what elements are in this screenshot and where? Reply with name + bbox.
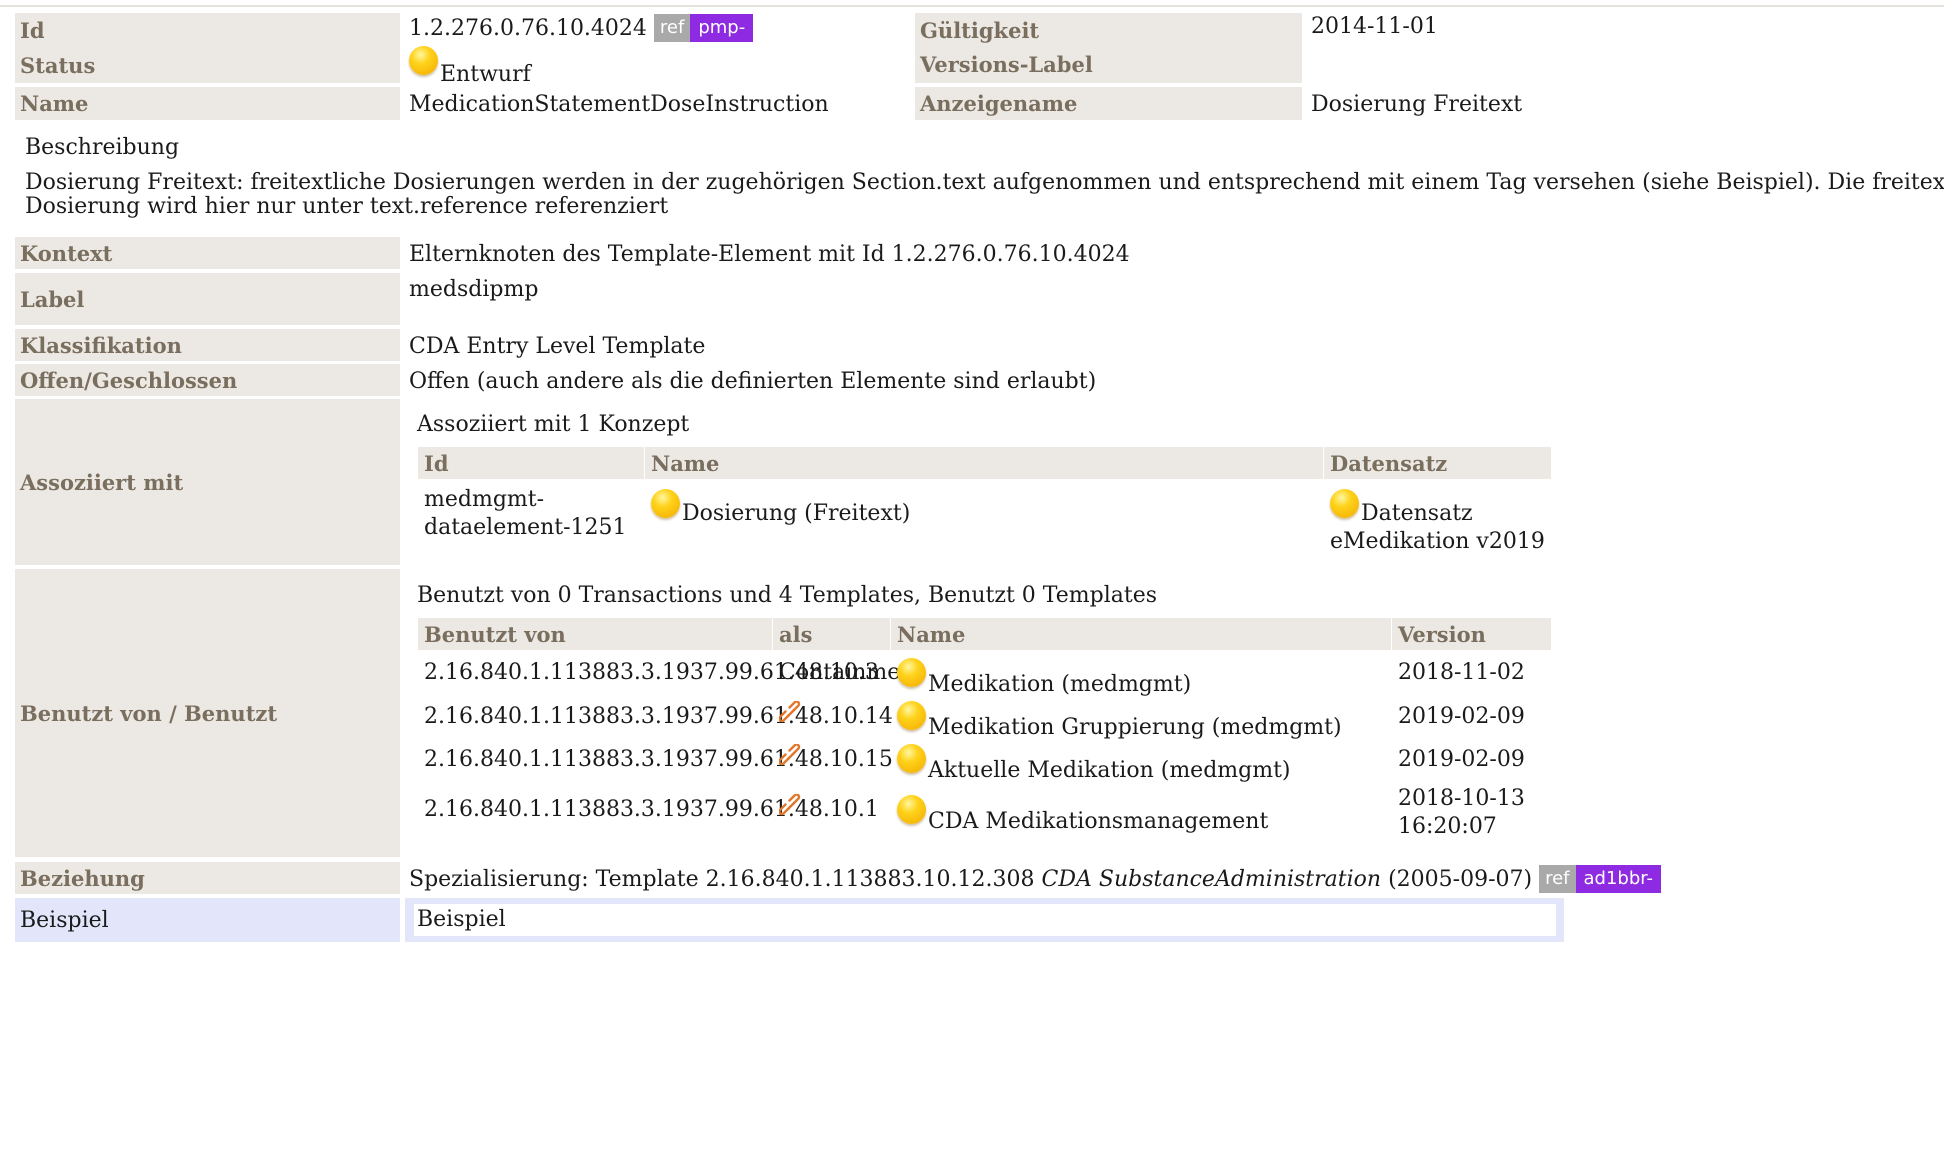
assoc-name[interactable]: Dosierung (Freitext)	[651, 489, 910, 528]
assoc-id[interactable]: medmgmt- dataelement-1251	[424, 486, 627, 542]
usage-name[interactable]: Medikation (medmgmt)	[897, 658, 1191, 699]
relation-prefix: Spezialisierung: Template 2.16.840.1.113…	[409, 867, 1035, 892]
status-draft-icon	[409, 46, 438, 75]
concept-status-icon	[651, 489, 680, 518]
display-name-value: Dosierung Freitext	[1311, 92, 1523, 117]
relation-value: Spezialisierung: Template 2.16.840.1.113…	[409, 865, 1662, 893]
usage-version: 2018-10-13 16:20:07	[1398, 785, 1525, 841]
link-icon[interactable]	[779, 744, 803, 768]
usage-name-text: Medikation (medmgmt)	[928, 672, 1192, 697]
usage-col-used-by: Benutzt von	[418, 618, 772, 650]
description-line-1: Dosierung Freitext: freitextliche Dosier…	[25, 170, 1944, 195]
classification-label: Klassifikation	[15, 329, 400, 361]
usage-label: Benutzt von / Benutzt	[15, 569, 400, 857]
usage-version: 2018-11-02	[1398, 660, 1525, 685]
context-label: Kontext	[15, 237, 400, 269]
dataset-status-icon	[1330, 489, 1359, 518]
example-box[interactable]: Beispiel	[414, 904, 1556, 936]
version-label: Versions-Label	[915, 46, 1302, 83]
usage-version-line-1: 2018-10-13	[1398, 786, 1525, 811]
open-closed-value: Offen (auch andere als die definierten E…	[409, 369, 1097, 394]
usage-version: 2019-02-09	[1398, 704, 1525, 729]
assoc-col-name: Name	[645, 447, 1323, 479]
relation-ref-badge[interactable]: ref	[1539, 865, 1576, 893]
label-label: Label	[15, 273, 400, 325]
template-status-icon	[897, 744, 926, 773]
usage-intro: Benutzt von 0 Transactions und 4 Templat…	[417, 583, 1158, 608]
associated-label: Assoziiert mit	[15, 399, 400, 565]
open-closed-label: Offen/Geschlossen	[15, 364, 400, 396]
classification-value: CDA Entry Level Template	[409, 334, 706, 359]
usage-name[interactable]: CDA Medikationsmanagement	[897, 795, 1268, 836]
usage-version: 2019-02-09	[1398, 747, 1525, 772]
usage-name[interactable]: Aktuelle Medikation (medmgmt)	[897, 744, 1291, 785]
usage-version-line-2: 16:20:07	[1398, 814, 1497, 839]
name-value: MedicationStatementDoseInstruction	[409, 92, 829, 117]
usage-col-version: Version	[1392, 618, 1551, 650]
status-value-cell: Entwurf	[409, 46, 531, 87]
usage-as-link[interactable]	[779, 744, 803, 776]
validity-value: 2014-11-01	[1311, 14, 1438, 39]
assoc-col-id: Id	[418, 447, 644, 479]
description-line-2: Dosierung wird hier nur unter text.refer…	[25, 194, 669, 219]
prefix-badge[interactable]: pmp-	[690, 14, 754, 42]
assoc-dataset-line-2: eMedikation v2019	[1330, 529, 1545, 554]
relation-label: Beziehung	[15, 862, 400, 894]
assoc-name-text: Dosierung (Freitext)	[682, 501, 911, 526]
usage-name-text: Medikation Gruppierung (medmgmt)	[928, 715, 1342, 740]
assoc-id-line-2: dataelement-1251	[424, 515, 627, 540]
example-panel: Beispiel	[405, 898, 1564, 942]
usage-oid[interactable]: 2.16.840.1.113883.3.1937.99.61.48.10.14	[424, 703, 893, 731]
example-label: Beispiel	[15, 898, 400, 942]
usage-name-text: Aktuelle Medikation (medmgmt)	[928, 758, 1291, 783]
assoc-dataset-line-1: Datensatz	[1361, 501, 1473, 526]
assoc-col-dataset: Datensatz	[1324, 447, 1551, 479]
usage-col-name: Name	[891, 618, 1391, 650]
status-label: Status	[15, 48, 400, 83]
top-divider	[0, 5, 1944, 7]
link-icon[interactable]	[779, 794, 803, 818]
template-status-icon	[897, 701, 926, 730]
usage-col-as: als	[773, 618, 890, 650]
relation-date: (2005-09-07)	[1388, 867, 1533, 892]
usage-oid[interactable]: 2.16.840.1.113883.3.1937.99.61.48.10.15	[424, 746, 893, 774]
status-value: Entwurf	[440, 62, 531, 87]
link-icon[interactable]	[779, 701, 803, 725]
usage-as-link[interactable]	[779, 794, 803, 826]
validity-label: Gültigkeit	[915, 13, 1302, 48]
template-status-icon	[897, 658, 926, 687]
template-status-icon	[897, 795, 926, 824]
usage-name[interactable]: Medikation Gruppierung (medmgmt)	[897, 701, 1342, 742]
template-id: 1.2.276.0.76.10.4024	[409, 16, 647, 41]
relation-template-name[interactable]: CDA SubstanceAdministration	[1042, 867, 1382, 892]
description-title: Beschreibung	[25, 135, 180, 160]
id-value-cell: 1.2.276.0.76.10.4024 ref pmp-	[409, 14, 754, 42]
context-value: Elternknoten des Template-Element mit Id…	[409, 242, 1130, 267]
assoc-dataset[interactable]: Datensatz eMedikation v2019	[1330, 489, 1545, 556]
usage-name-text: CDA Medikationsmanagement	[928, 809, 1269, 834]
associated-intro: Assoziiert mit 1 Konzept	[417, 412, 690, 437]
display-name-label: Anzeigename	[915, 87, 1302, 120]
name-label: Name	[15, 87, 400, 120]
ref-badge[interactable]: ref	[653, 14, 691, 42]
relation-prefix-badge[interactable]: ad1bbr-	[1575, 865, 1662, 893]
id-label: Id	[15, 13, 400, 48]
label-value: medsdipmp	[409, 277, 539, 302]
usage-as-link[interactable]	[779, 701, 803, 733]
usage-oid[interactable]: 2.16.840.1.113883.3.1937.99.61.48.10.1	[424, 796, 879, 824]
assoc-id-line-1: medmgmt-	[424, 487, 545, 512]
